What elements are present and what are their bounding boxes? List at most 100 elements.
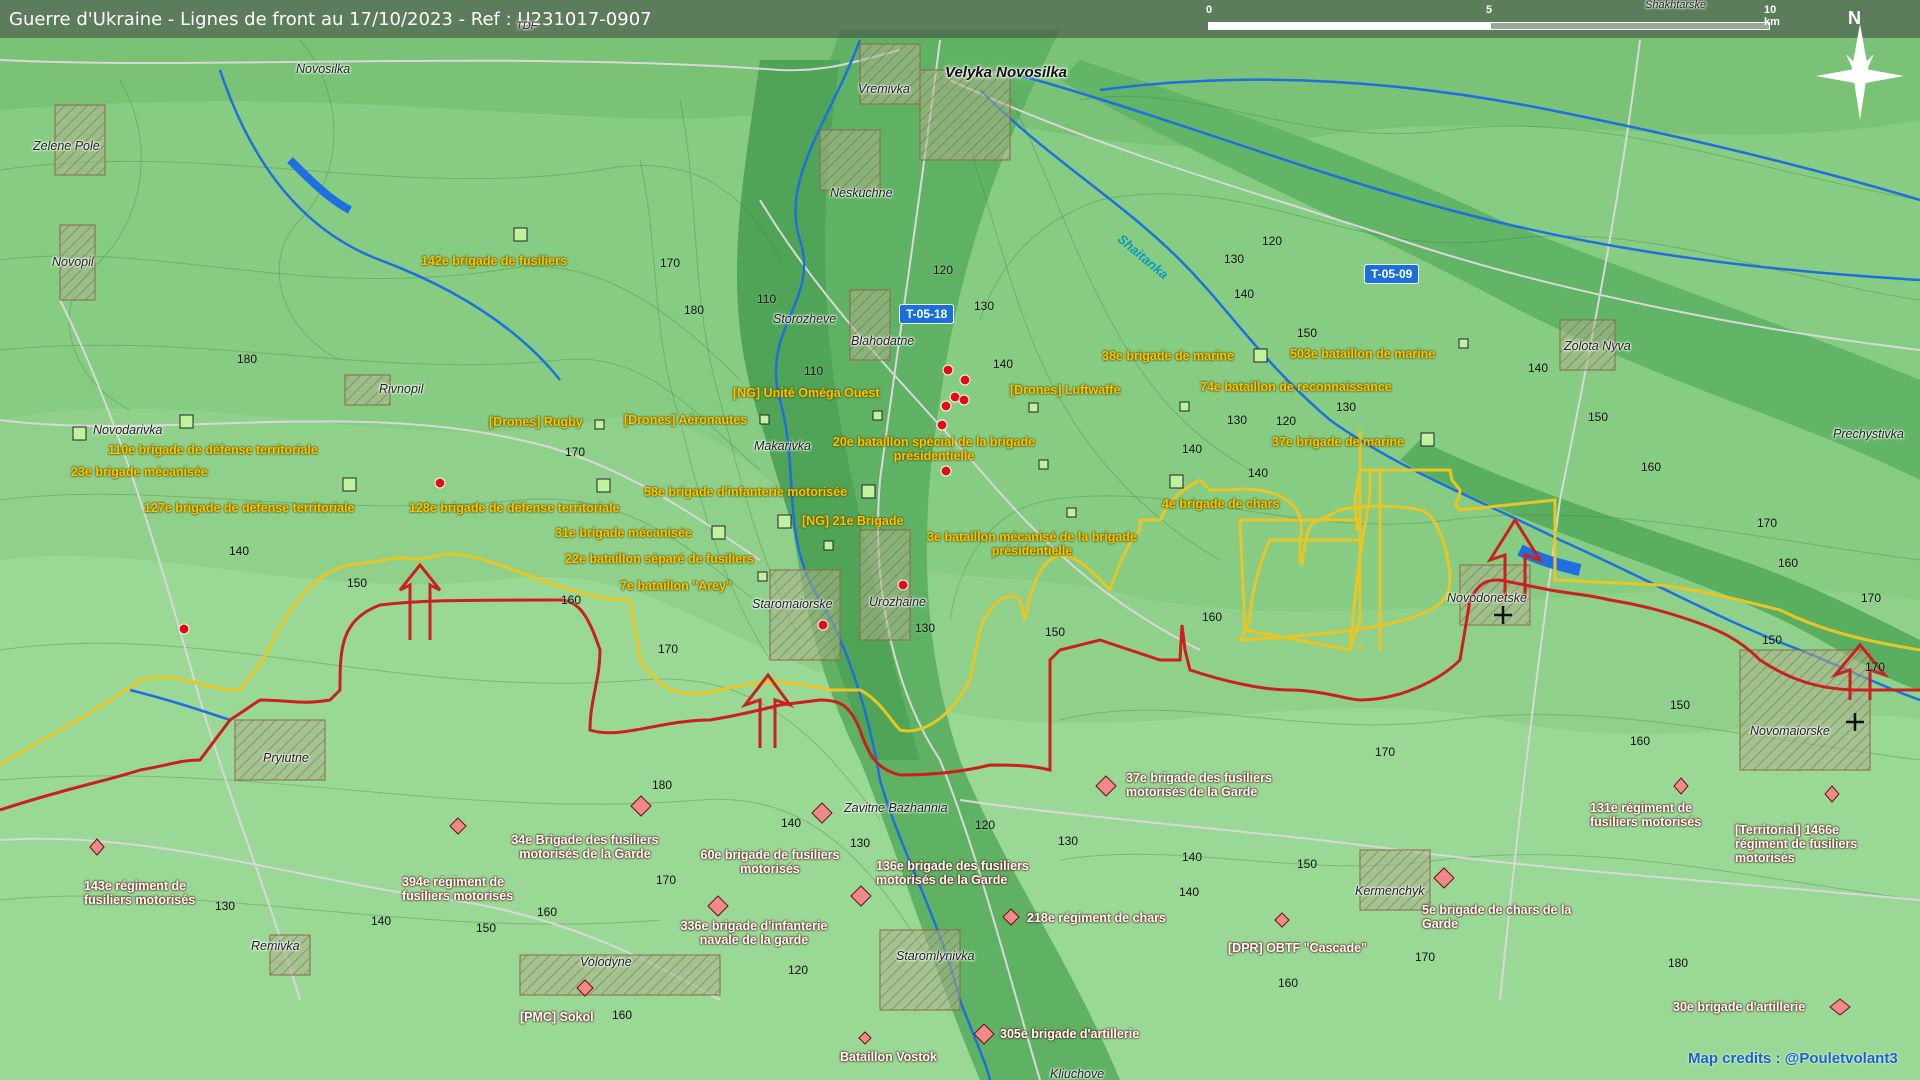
- elevation-label: 120: [975, 818, 996, 832]
- elevation-label: 130: [1058, 834, 1079, 848]
- elevation-label: 170: [656, 873, 677, 887]
- ru-unit-218: 218e régiment de chars: [1027, 911, 1166, 925]
- elevation-label: 160: [1202, 610, 1223, 624]
- ua-unit-22: 22e bataillon séparé de fusiliers: [565, 552, 754, 566]
- elevation-label: 110: [757, 292, 777, 306]
- place-zavitne-bazhannia: Zavitne Bazhannia: [844, 801, 948, 815]
- elevation-label: 120: [1276, 414, 1297, 428]
- elevation-label: 150: [347, 576, 368, 590]
- map-credits: Map credits : @Pouletvolant3: [1688, 1050, 1898, 1067]
- ua-unit-37-marine: 37e brigade de marine: [1272, 435, 1405, 449]
- ua-unit-74-reco: 74e bataillon de reconnaissance: [1200, 380, 1392, 394]
- elevation-label: 130: [1336, 400, 1357, 414]
- place-velyka-novosilka: Velyka Novosilka: [945, 64, 1068, 81]
- elevation-label: 150: [1762, 633, 1783, 647]
- elevation-label: 140: [1234, 287, 1255, 301]
- elevation-label: 140: [781, 816, 802, 830]
- place-zelene-pole: Zelene Pole: [33, 139, 100, 153]
- ua-unit-128: 128e brigade de défense territoriale: [409, 501, 620, 515]
- place-novodonetske: Novodonetske: [1447, 591, 1527, 605]
- elevation-label: 170: [1757, 516, 1778, 530]
- elevation-label: 130: [915, 621, 936, 635]
- ru-unit-143: 143e régiment de fusiliers motorisés: [84, 879, 196, 907]
- ru-unit-37: 37e brigade des fusiliers motorisés de l…: [1126, 771, 1272, 799]
- elevation-label: 140: [993, 357, 1014, 371]
- place-kliuchove: Kliuchove: [1050, 1067, 1105, 1080]
- ru-unit-5-chars: 5e brigade de chars de la Garde: [1422, 903, 1572, 931]
- ru-unit-pmc-sokol: [PMC] Sokol: [520, 1010, 594, 1024]
- place-zolota-nyva: Zolota Nyva: [1564, 339, 1631, 353]
- elevation-label: 150: [1297, 857, 1318, 871]
- elevation-label: 160: [1630, 734, 1651, 748]
- ua-unit-ng-omega: [NG] Unité Oméga Ouest: [733, 386, 880, 400]
- map-title: Guerre d'Ukraine - Lignes de front au 17…: [9, 9, 652, 30]
- scale-segment-a: [1208, 22, 1490, 30]
- elevation-label: 160: [1278, 976, 1299, 990]
- elevation-label: 160: [561, 593, 582, 607]
- place-urozhaine: Urozhaine: [869, 595, 926, 609]
- ua-unit-ng-21: [NG] 21e Brigade: [802, 514, 904, 528]
- place-staromlynivka: Staromlynivka: [896, 949, 975, 963]
- ua-unit-503-marine: 503e bataillon de marine: [1290, 347, 1436, 361]
- north-label: N: [1848, 8, 1861, 28]
- place-staromaiorske: Staromaiorske: [752, 597, 833, 611]
- ua-unit-23: 23e brigade mécanisée: [71, 465, 208, 479]
- scale-segment-b: [1490, 22, 1770, 30]
- ua-unit-127: 127e brigade de défense territoriale: [144, 501, 355, 515]
- ru-unit-30-artillerie: 30e brigade d'artillerie: [1673, 1000, 1806, 1014]
- road-shield-t0518: T-05-18: [899, 304, 955, 324]
- ru-unit-34: 34e Brigade des fusiliers motorisés de l…: [511, 833, 659, 861]
- elevation-label: 140: [1182, 442, 1203, 456]
- ua-unit-20-bataillon: 20e bataillon spécial de la brigade prés…: [832, 435, 1036, 463]
- place-prechystivka: Prechystivka: [1833, 427, 1904, 441]
- elevation-label: 140: [1528, 361, 1549, 375]
- elevation-label: 180: [1668, 956, 1689, 970]
- place-novosilka: Novosilka: [296, 62, 351, 76]
- ua-unit-31: 31e brigade mécanisée: [555, 526, 692, 540]
- elevation-label: 170: [565, 445, 586, 459]
- place-makarivka: Makarivka: [754, 439, 811, 453]
- elevation-label: 170: [1861, 591, 1882, 605]
- ru-unit-136: 136e brigade des fusiliers motorisés de …: [876, 859, 1029, 887]
- place-kermenchyk: Kermenchyk: [1355, 884, 1425, 898]
- ru-unit-dpr-cascade: [DPR] OBTF "Cascade": [1228, 941, 1367, 955]
- elevation-label: 160: [537, 905, 558, 919]
- map-canvas[interactable]: Guerre d'Ukraine - Lignes de front au 17…: [0, 0, 1920, 1080]
- elevation-label: 120: [1262, 234, 1283, 248]
- elevation-label: 140: [1179, 885, 1200, 899]
- elevation-label: 170: [1865, 660, 1886, 674]
- place-blahodatne: Blahodatne: [851, 334, 915, 348]
- elevation-label: 130: [1224, 252, 1245, 266]
- ru-unit-394: 394e régiment de fusiliers motorisés: [402, 875, 514, 903]
- elevation-label: 180: [237, 352, 258, 366]
- ua-unit-110: 110e brigade de défense territoriale: [108, 443, 318, 457]
- place-remivka: Remivka: [251, 939, 300, 953]
- ua-unit-drones-rugby: [Drones] Rugby: [489, 415, 583, 429]
- elevation-label: 130: [850, 836, 871, 850]
- ua-unit-58: 58e brigade d'infanterie motorisée: [644, 485, 848, 499]
- scale-label-0: 0: [1206, 4, 1213, 16]
- elevation-label: 160: [1641, 460, 1662, 474]
- elevation-label: 140: [1248, 466, 1269, 480]
- elevation-label: 160: [612, 1008, 633, 1022]
- elevation-label: 150: [1297, 326, 1318, 340]
- place-novomaiorske: Novomaiorske: [1750, 724, 1830, 738]
- place-novodarivka: Novodarivka: [93, 423, 163, 437]
- elevation-label: 140: [371, 914, 392, 928]
- ru-unit-60: 60e brigade de fusiliers motorisés: [700, 848, 840, 876]
- elevation-label: 170: [660, 256, 681, 270]
- place-rivnopil: Rivnopil: [379, 382, 424, 396]
- elevation-label: 130: [215, 899, 236, 913]
- elevation-label: 160: [1778, 556, 1799, 570]
- place-volodyne: Volodyne: [580, 955, 632, 969]
- ru-unit-131: 131e régiment de fusiliers motorisés: [1590, 801, 1702, 829]
- ua-unit-38-marine: 38e brigade de marine: [1102, 349, 1235, 363]
- elevation-label: 150: [476, 921, 497, 935]
- place-novopil: Novopil: [52, 255, 94, 269]
- top-cut-label-tdf: TDF: [516, 20, 538, 32]
- scale-bar: 0 5 10 km: [1206, 4, 1780, 32]
- place-pryiutne: Pryiutne: [263, 751, 309, 765]
- elevation-label: 180: [652, 778, 673, 792]
- elevation-label: 170: [658, 642, 679, 656]
- ua-unit-3-bataillon: 3e bataillon mécanisé de la brigade prés…: [927, 530, 1137, 558]
